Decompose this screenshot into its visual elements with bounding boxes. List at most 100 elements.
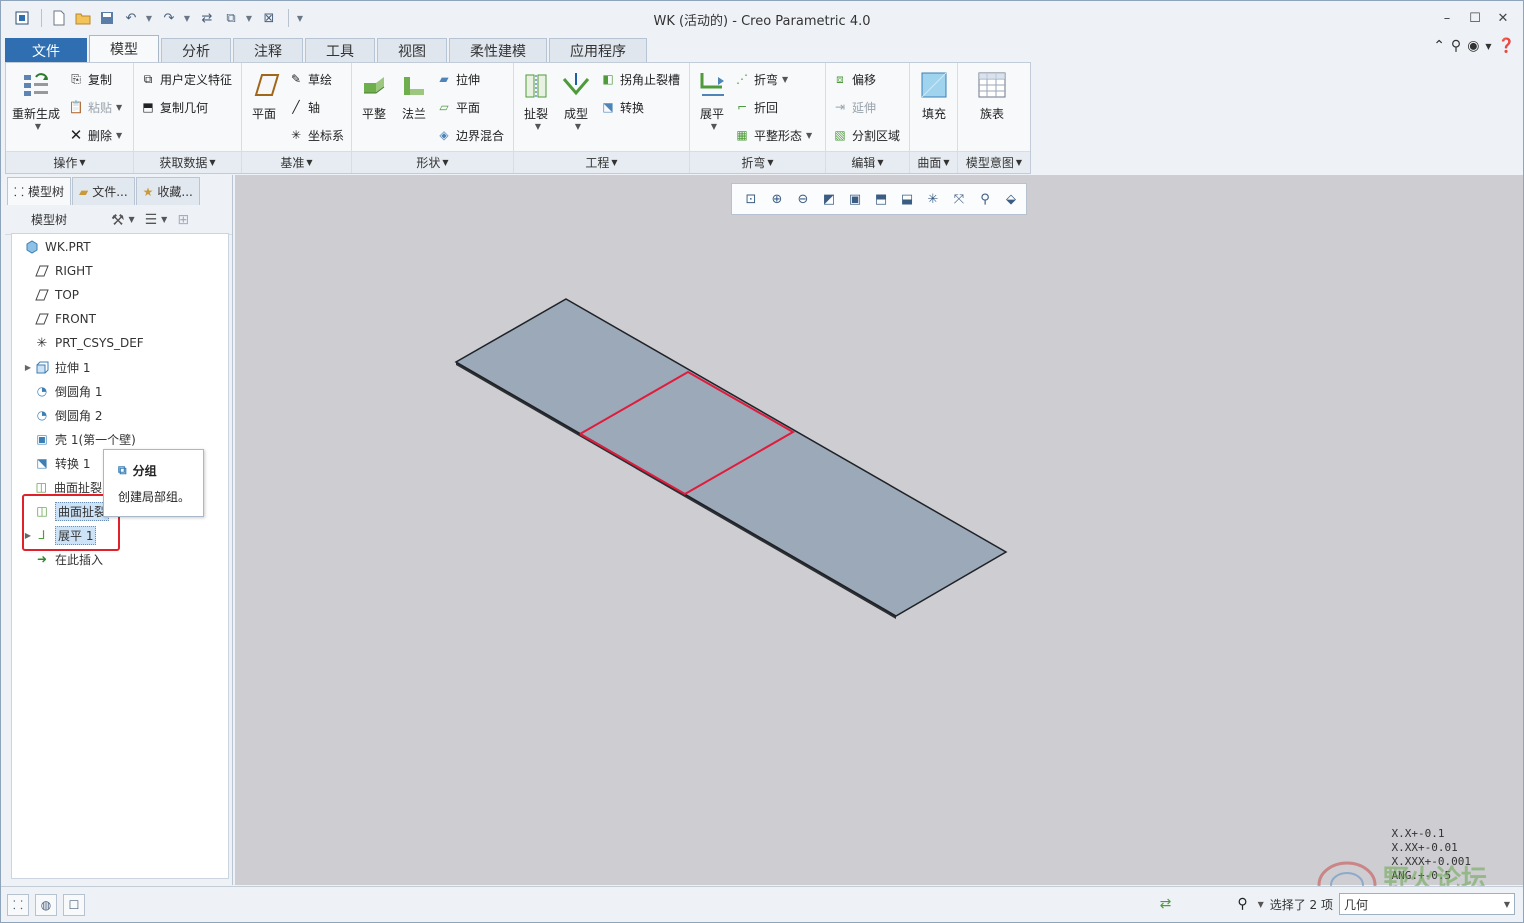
close-button[interactable]: ✕ bbox=[1489, 7, 1517, 29]
close-window-icon[interactable]: ⊠ bbox=[258, 7, 280, 29]
show-navigator-icon[interactable]: ⸬ bbox=[7, 893, 29, 916]
dropdown-icon: ▼ bbox=[782, 74, 789, 84]
split-area-button[interactable]: ▧ 分割区域 bbox=[832, 125, 900, 145]
udf-button[interactable]: ⧉ 用户定义特征 bbox=[140, 69, 232, 89]
tab-favorites[interactable]: ★ 收藏... bbox=[135, 177, 200, 205]
group-operations-footer[interactable]: 操作 ▼ bbox=[6, 151, 133, 173]
convert-button[interactable]: ⬔ 转换 bbox=[600, 97, 644, 117]
group-engineering-footer[interactable]: 工程 ▼ bbox=[514, 151, 689, 173]
group-get-data-footer[interactable]: 获取数据 ▼ bbox=[134, 151, 241, 173]
selection-filter[interactable]: 几何 ▼ bbox=[1339, 893, 1515, 915]
help-icon[interactable]: ❓ bbox=[1498, 38, 1515, 54]
tree-item-front[interactable]: FRONT bbox=[22, 308, 96, 330]
tree-item-shell[interactable]: ▣ 壳 1(第一个壁) bbox=[22, 428, 136, 450]
copy-button[interactable]: ⎘ 复制 bbox=[68, 69, 112, 89]
windows-dropdown-icon[interactable]: ▼ bbox=[244, 14, 254, 23]
show-icon[interactable]: ☰ bbox=[145, 212, 158, 228]
fill-button[interactable]: 填充 bbox=[918, 69, 950, 122]
save-icon[interactable] bbox=[96, 7, 118, 29]
bend-button[interactable]: ⋰ 折弯 ▼ bbox=[734, 69, 788, 89]
delete-button[interactable]: ✕ 删除 ▼ bbox=[68, 125, 122, 145]
maximize-button[interactable]: ☐ bbox=[1461, 7, 1489, 29]
customize-toolbar-icon[interactable]: ▼ bbox=[295, 14, 305, 23]
community-dropdown-icon[interactable]: ▼ bbox=[1485, 38, 1491, 54]
group-model-intent-footer[interactable]: 模型意图 ▼ bbox=[958, 151, 1030, 173]
corner-relief-button[interactable]: ◧ 拐角止裂槽 bbox=[600, 69, 680, 89]
tab-annotate[interactable]: 注释 bbox=[233, 38, 303, 62]
regenerate-button[interactable]: 重新生成 ▼ bbox=[12, 69, 60, 131]
filter-icon[interactable]: ⊞ bbox=[177, 212, 189, 228]
group-get-data: ⧉ 用户定义特征 ⬒ 复制几何 获取数据 ▼ bbox=[134, 63, 242, 173]
group-editing-footer[interactable]: 编辑 ▼ bbox=[826, 151, 909, 173]
tab-view[interactable]: 视图 bbox=[377, 38, 447, 62]
paste-button[interactable]: 📋 粘贴 ▼ bbox=[68, 97, 123, 117]
tab-model[interactable]: 模型 bbox=[89, 35, 159, 62]
tab-flexible-modeling[interactable]: 柔性建模 bbox=[449, 38, 547, 62]
extend-button[interactable]: ⇥ 延伸 bbox=[832, 97, 876, 117]
tree-item-extrude[interactable]: ▶ 拉伸 1 bbox=[22, 356, 91, 378]
datum-plane-button[interactable]: 平面 bbox=[248, 69, 280, 122]
tab-analysis[interactable]: 分析 bbox=[161, 38, 231, 62]
show-browser-icon[interactable]: ◍ bbox=[35, 893, 57, 916]
axis-button[interactable]: ╱ 轴 bbox=[288, 97, 320, 117]
rip-button[interactable]: 扯裂 ▼ bbox=[520, 69, 552, 131]
tree-item-part[interactable]: WK.PRT bbox=[12, 236, 91, 258]
redo-dropdown-icon[interactable]: ▼ bbox=[182, 14, 192, 23]
model-viewport[interactable] bbox=[235, 175, 1523, 885]
group-surfaces-footer[interactable]: 曲面 ▼ bbox=[910, 151, 957, 173]
community-icon[interactable]: ◉ bbox=[1467, 38, 1479, 54]
planar-button[interactable]: ▱ 平面 bbox=[436, 97, 480, 117]
tree-item-round-2[interactable]: ◔ 倒圆角 2 bbox=[22, 404, 103, 426]
flat-wall-button[interactable]: 平整 bbox=[358, 69, 390, 122]
group-datum-footer[interactable]: 基准 ▼ bbox=[242, 151, 351, 173]
redo-icon[interactable]: ↷ bbox=[158, 7, 180, 29]
regen-status-icon[interactable]: ⇄ bbox=[1160, 896, 1172, 912]
unbend-button[interactable]: 展平 ▼ bbox=[696, 69, 728, 131]
sketch-button[interactable]: ✎ 草绘 bbox=[288, 69, 332, 89]
family-table-button[interactable]: 族表 bbox=[976, 69, 1008, 122]
extrude-button[interactable]: ▰ 拉伸 bbox=[436, 69, 480, 89]
undo-dropdown-icon[interactable]: ▼ bbox=[144, 14, 154, 23]
csys-button[interactable]: ✳ 坐标系 bbox=[288, 125, 344, 145]
tree-item-csys[interactable]: ✳ PRT_CSYS_DEF bbox=[22, 332, 144, 354]
flange-button[interactable]: 法兰 bbox=[398, 69, 430, 122]
group-shapes-footer[interactable]: 形状 ▼ bbox=[352, 151, 513, 173]
dropdown-icon[interactable]: ▼ bbox=[128, 215, 134, 224]
offset-button[interactable]: ⧈ 偏移 bbox=[832, 69, 876, 89]
full-screen-icon[interactable]: ☐ bbox=[63, 893, 85, 916]
tree-item-top[interactable]: TOP bbox=[22, 284, 79, 306]
sketch-icon: ✎ bbox=[290, 72, 302, 86]
dropdown-icon[interactable]: ▼ bbox=[161, 215, 167, 224]
windows-icon[interactable]: ⧉ bbox=[220, 7, 242, 29]
tab-folder-browser[interactable]: ▰ 文件... bbox=[71, 177, 135, 205]
bend-back-button[interactable]: ⌐ 折回 bbox=[734, 97, 778, 117]
graphics-window[interactable]: ⊡ ⊕ ⊖ ◩ ▣ ⬒ ⬓ ✳ ⤧ ⚲ ⬙ X.X+-0.1 X.XX+-0.0… bbox=[235, 175, 1523, 911]
tree-item-round-1[interactable]: ◔ 倒圆角 1 bbox=[22, 380, 103, 402]
find-icon[interactable]: ⚲ bbox=[1237, 896, 1247, 912]
tree-item-right[interactable]: RIGHT bbox=[22, 260, 93, 282]
tab-file[interactable]: 文件 bbox=[5, 38, 87, 62]
tree-item-insert-here[interactable]: ➜ 在此插入 bbox=[22, 548, 103, 570]
tab-model-tree[interactable]: ⸬ 模型树 bbox=[7, 177, 71, 205]
expand-icon[interactable]: ▶ bbox=[22, 363, 34, 372]
boundary-blend-button[interactable]: ◈ 边界混合 bbox=[436, 125, 504, 145]
collapse-ribbon-icon[interactable]: ⌃ bbox=[1433, 38, 1445, 54]
undo-icon[interactable]: ↶ bbox=[120, 7, 142, 29]
new-file-icon[interactable] bbox=[48, 7, 70, 29]
app-menu-icon[interactable] bbox=[11, 7, 33, 29]
search-icon[interactable]: ⚲ bbox=[1451, 38, 1461, 54]
regenerate-icon[interactable]: ⇄ bbox=[196, 7, 218, 29]
copy-geometry-button[interactable]: ⬒ 复制几何 bbox=[140, 97, 208, 117]
sheet-part[interactable] bbox=[454, 298, 1008, 617]
minimize-button[interactable]: – bbox=[1433, 7, 1461, 29]
dropdown-icon[interactable]: ▼ bbox=[1258, 900, 1264, 909]
tab-tools[interactable]: 工具 bbox=[305, 38, 375, 62]
selection-count[interactable]: 选择了 2 项 bbox=[1270, 896, 1333, 913]
form-button[interactable]: 成型 ▼ bbox=[560, 69, 592, 131]
tree-item-convert[interactable]: ⬔ 转换 1 bbox=[22, 452, 90, 474]
open-folder-icon[interactable] bbox=[72, 7, 94, 29]
group-bends-footer[interactable]: 折弯 ▼ bbox=[690, 151, 825, 173]
tree-settings-icon[interactable]: ⚒ bbox=[111, 211, 124, 229]
tab-applications[interactable]: 应用程序 bbox=[549, 38, 647, 62]
flat-pattern-button[interactable]: ▦ 平整形态 ▼ bbox=[734, 125, 812, 145]
